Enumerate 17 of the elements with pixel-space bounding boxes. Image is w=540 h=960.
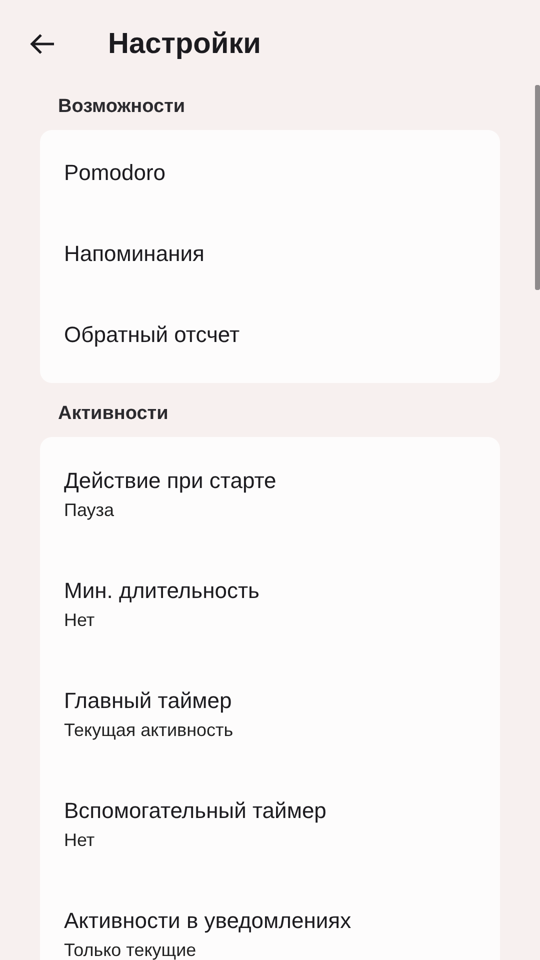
setting-title[interactable]: Обратный отсчет	[64, 322, 240, 348]
setting-title[interactable]: Действие при старте	[64, 468, 276, 494]
setting-title[interactable]: Напоминания	[64, 240, 204, 266]
setting-title[interactable]: Активности в уведомлениях	[64, 908, 352, 934]
setting-value: Текущая активность	[64, 720, 234, 740]
screen-title: Настройки	[108, 28, 262, 60]
back-arrow-icon	[29, 33, 55, 55]
setting-value: Пауза	[64, 500, 114, 520]
setting-title[interactable]: Вспомогательный таймер	[64, 798, 326, 824]
setting-value: Нет	[64, 830, 95, 850]
setting-title[interactable]: Главный таймер	[64, 688, 232, 714]
setting-value: Нет	[64, 610, 95, 630]
setting-title[interactable]: Мин. длительность	[64, 578, 260, 604]
setting-title[interactable]: Pomodoro	[64, 160, 166, 186]
section-title: Возможности	[57, 95, 186, 119]
section-title: Активности	[57, 402, 170, 426]
setting-value: Только текущие	[64, 940, 196, 960]
